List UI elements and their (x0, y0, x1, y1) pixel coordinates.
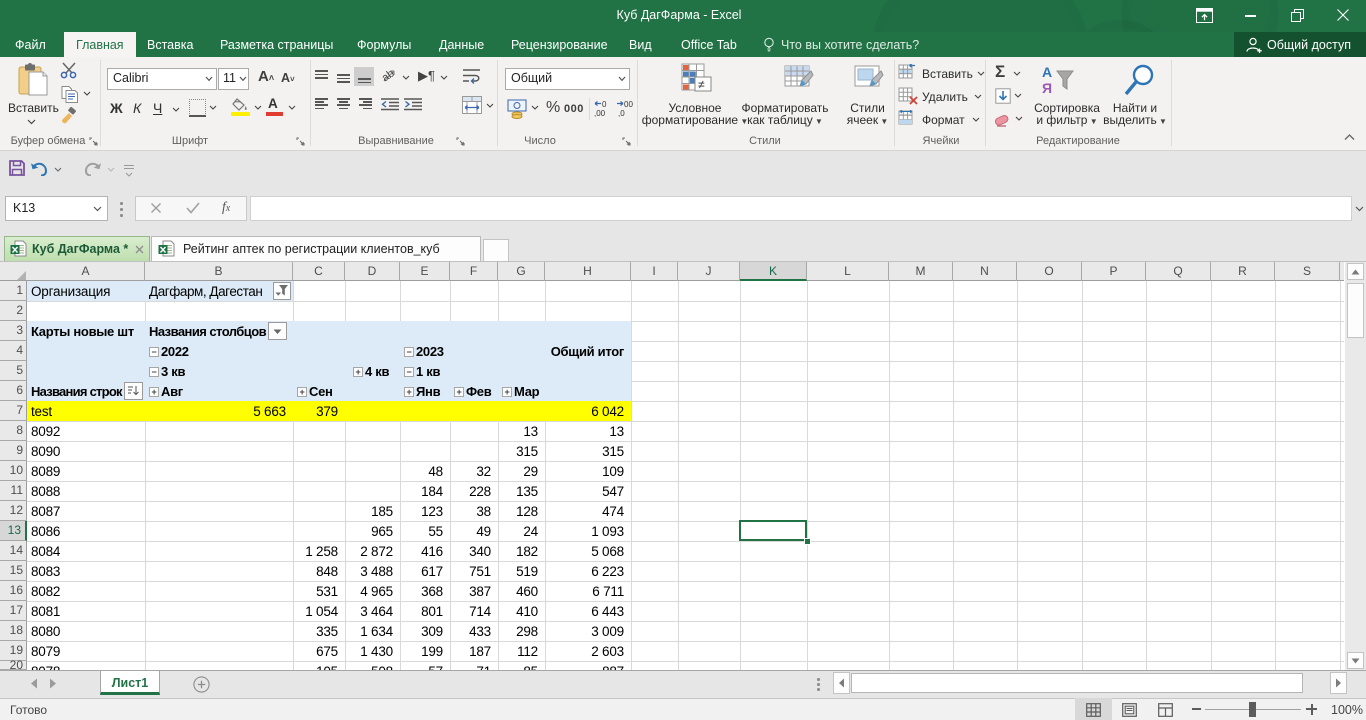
svg-text:Я: Я (1042, 80, 1052, 96)
svg-text:,0: ,0 (618, 109, 625, 118)
svg-text:А: А (1042, 64, 1052, 80)
svg-text:ab: ab (382, 68, 397, 84)
svg-text:0: 0 (602, 100, 607, 109)
svg-text:,00: ,00 (594, 109, 606, 118)
svg-text:≠: ≠ (698, 78, 705, 92)
svg-text:00: 00 (624, 100, 633, 109)
